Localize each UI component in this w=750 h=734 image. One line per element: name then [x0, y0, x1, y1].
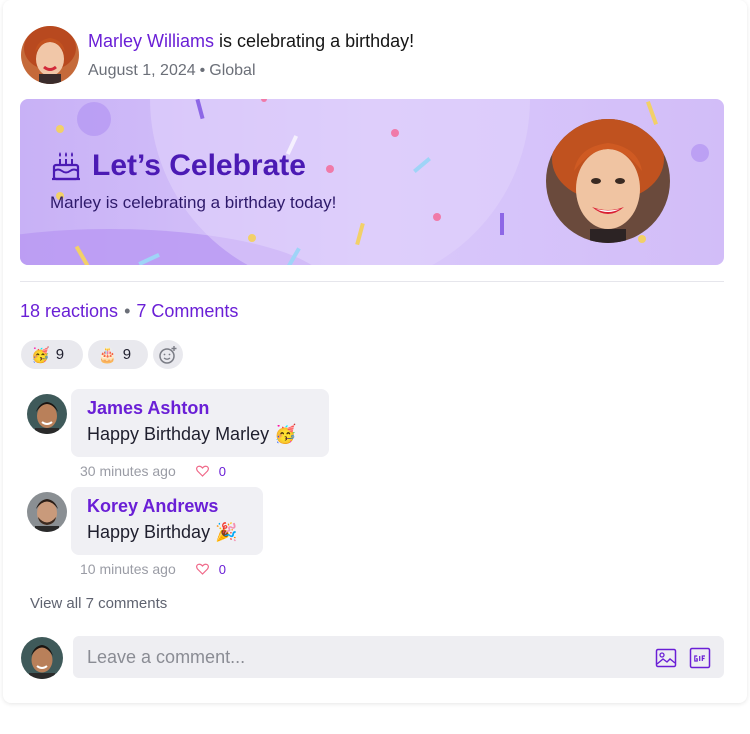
comment-bubble: Korey Andrews Happy Birthday 🎉: [71, 487, 263, 555]
cake-emoji-icon: 🎂: [98, 346, 117, 364]
comment-input[interactable]: [73, 636, 724, 678]
image-icon[interactable]: [655, 647, 677, 669]
party-face-icon: 🥳: [31, 346, 50, 364]
current-user-avatar: [21, 637, 63, 679]
reactions-count-link[interactable]: 18 reactions: [20, 301, 118, 321]
post-date: August 1, 2024: [88, 62, 196, 79]
heart-icon[interactable]: [195, 465, 209, 477]
comment-text: Happy Birthday 🎉: [87, 522, 238, 542]
commenter-avatar-korey[interactable]: [27, 492, 67, 532]
summary-separator: •: [124, 301, 131, 321]
reaction-party-face[interactable]: 🥳 9: [21, 340, 83, 369]
banner-title-text: Let’s Celebrate: [92, 149, 306, 182]
heart-icon[interactable]: [195, 563, 209, 575]
comment-bubble: James Ashton Happy Birthday Marley 🥳: [71, 389, 329, 457]
comment-time: 30 minutes ago: [80, 463, 176, 479]
view-all-comments-link[interactable]: View all 7 comments: [30, 595, 167, 612]
comments-count-link[interactable]: 7 Comments: [136, 301, 238, 321]
author-avatar[interactable]: [21, 26, 79, 84]
comment-meta: 10 minutes ago 0: [80, 561, 226, 577]
gif-icon[interactable]: [689, 647, 711, 669]
birthday-person-photo: [546, 119, 670, 243]
banner-title: Let’s Celebrate: [50, 149, 306, 183]
divider: [20, 281, 724, 282]
banner-subtitle: Marley is celebrating a birthday today!: [50, 193, 337, 212]
post-audience: Global: [209, 62, 256, 79]
headline-text: is celebrating a birthday!: [219, 31, 415, 51]
commenter-name-link[interactable]: James Ashton: [87, 398, 313, 419]
engagement-summary: 18 reactions • 7 Comments: [20, 301, 238, 322]
like-count: 0: [218, 561, 226, 577]
commenter-name-link[interactable]: Korey Andrews: [87, 496, 247, 517]
add-reaction-button[interactable]: [153, 340, 183, 369]
comment-meta: 30 minutes ago 0: [80, 463, 226, 479]
commenter-avatar-james[interactable]: [27, 394, 67, 434]
post-meta: August 1, 2024 • Global: [88, 62, 256, 80]
comment-time: 10 minutes ago: [80, 561, 176, 577]
reaction-count: 9: [122, 346, 132, 363]
add-emoji-icon: [159, 345, 177, 364]
author-name-link[interactable]: Marley Williams: [88, 31, 214, 51]
comment-text: Happy Birthday Marley 🥳: [87, 424, 297, 444]
reaction-count: 9: [55, 346, 65, 363]
post-headline: Marley Williams is celebrating a birthda…: [88, 31, 414, 52]
meta-separator: •: [199, 62, 206, 79]
reaction-cake[interactable]: 🎂 9: [88, 340, 148, 369]
cake-icon: [52, 152, 80, 181]
celebration-banner: Let’s Celebrate Marley is celebrating a …: [20, 99, 724, 265]
like-count: 0: [218, 463, 226, 479]
